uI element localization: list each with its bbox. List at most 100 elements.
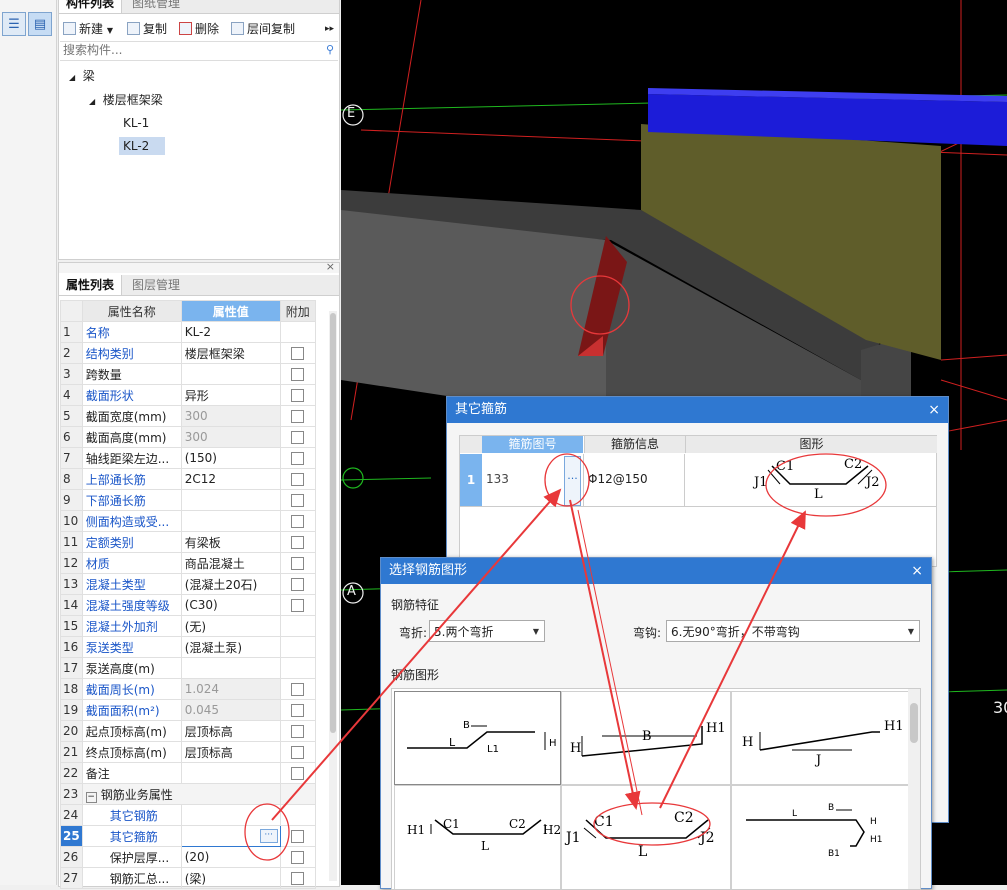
property-value[interactable]: 1.024 (180, 678, 281, 700)
property-row[interactable]: 16 泵送类型 (混凝土泵) (60, 636, 316, 658)
delete-button[interactable]: 删除 (179, 19, 219, 39)
property-value[interactable]: 层顶标高 (180, 741, 281, 763)
property-row[interactable]: 22 备注 (60, 762, 316, 784)
extra-checkbox[interactable] (291, 389, 305, 402)
property-value[interactable]: 有梁板 (180, 531, 281, 553)
property-row[interactable]: 26 保护层厚... (20) (60, 846, 316, 868)
property-value[interactable] (180, 657, 281, 679)
property-value[interactable]: (梁) (180, 867, 281, 889)
property-row[interactable]: 13 混凝土类型 (混凝土20石) (60, 573, 316, 595)
property-value[interactable] (180, 762, 281, 784)
property-row[interactable]: 18 截面周长(m) 1.024 (60, 678, 316, 700)
extra-checkbox[interactable] (291, 410, 305, 423)
property-value[interactable]: (C30) (180, 594, 281, 616)
shape-option-6[interactable]: B L H B1 H1 (731, 785, 911, 889)
extra-checkbox[interactable] (291, 557, 305, 570)
shape-option-3[interactable]: H H1 J (731, 691, 911, 785)
list-view-icon[interactable]: ☰ (2, 12, 26, 36)
extra-checkbox[interactable] (291, 725, 305, 738)
property-row[interactable]: 1 名称 KL-2 (60, 321, 316, 343)
property-value[interactable]: ··· (180, 825, 281, 847)
property-value[interactable]: 2C12 (180, 468, 281, 490)
stirrup-info[interactable]: Φ12@150 (588, 472, 648, 486)
property-value[interactable] (180, 489, 281, 511)
property-row[interactable]: 15 混凝土外加剂 (无) (60, 615, 316, 637)
hook-select[interactable]: 6.无90°弯折，不带弯钩 ▼ (666, 620, 920, 642)
collapse-icon[interactable]: − (85, 791, 97, 803)
extra-checkbox[interactable] (291, 851, 305, 864)
shape-option-5[interactable]: C1 C2 J1 J2 L (561, 785, 731, 889)
shape-option-2[interactable]: B H1 H (561, 691, 731, 785)
copy-button[interactable]: 复制 (127, 19, 167, 39)
property-value[interactable] (180, 363, 281, 385)
search-icon[interactable]: ⚲ (326, 43, 334, 56)
property-value[interactable]: 楼层框架梁 (180, 342, 281, 364)
property-value[interactable]: (20) (180, 846, 281, 868)
property-value[interactable]: 300 (180, 405, 281, 427)
property-row[interactable]: 5 截面宽度(mm) 300 (60, 405, 316, 427)
more-icon[interactable]: ▸▸ (325, 19, 334, 39)
property-row[interactable]: 7 轴线距梁左边... (150) (60, 447, 316, 469)
floor-copy-button[interactable]: 层间复制 (231, 19, 295, 39)
extra-checkbox[interactable] (291, 368, 305, 381)
tab-component-list[interactable]: 构件列表 (59, 0, 123, 13)
property-row[interactable]: 12 材质 商品混凝土 (60, 552, 316, 574)
property-value[interactable]: 商品混凝土 (180, 552, 281, 574)
property-row[interactable]: 3 跨数量 (60, 363, 316, 385)
shape-option-4[interactable]: H1 C1 C2 H2 L (394, 785, 561, 889)
extra-checkbox[interactable] (291, 872, 305, 885)
property-row[interactable]: 19 截面面积(m²) 0.045 (60, 699, 316, 721)
extra-checkbox[interactable] (291, 767, 305, 780)
tab-layer-manage[interactable]: 图层管理 (125, 275, 187, 295)
property-row[interactable]: 14 混凝土强度等级 (C30) (60, 594, 316, 616)
property-row[interactable]: 27 钢筋汇总... (梁) (60, 867, 316, 889)
ellipsis-button[interactable]: ··· (259, 829, 278, 843)
property-row[interactable]: 11 定额类别 有梁板 (60, 531, 316, 553)
tree-item-kl1[interactable]: KL-1 (123, 115, 149, 131)
property-value[interactable]: KL-2 (180, 321, 281, 343)
extra-checkbox[interactable] (291, 452, 305, 465)
property-row[interactable]: 10 侧面构造或受... (60, 510, 316, 532)
property-row[interactable]: 8 上部通长筋 2C12 (60, 468, 316, 490)
property-value[interactable]: 异形 (180, 384, 281, 406)
extra-checkbox[interactable] (291, 515, 305, 528)
property-value[interactable]: (150) (180, 447, 281, 469)
detail-view-icon[interactable]: ▤ (28, 12, 52, 36)
tab-drawing-manage[interactable]: 图纸管理 (125, 0, 187, 13)
scrollbar[interactable] (329, 311, 337, 881)
scrollbar-thumb[interactable] (910, 703, 918, 743)
shape-option-1[interactable]: B L L1 H (394, 691, 561, 785)
extra-checkbox[interactable] (291, 683, 305, 696)
property-value[interactable]: 300 (180, 426, 281, 448)
extra-checkbox[interactable] (291, 347, 305, 360)
stirrup-code[interactable]: 133 (486, 472, 509, 486)
scrollbar[interactable] (908, 689, 920, 889)
property-value[interactable]: 层顶标高 (180, 720, 281, 742)
bend-select[interactable]: 5.两个弯折 ▼ (429, 620, 545, 642)
extra-checkbox[interactable] (291, 494, 305, 507)
tree-node-root[interactable]: ◢ 梁 (69, 67, 95, 84)
expand-icon[interactable]: ◢ (69, 73, 75, 82)
property-value[interactable] (180, 510, 281, 532)
property-row[interactable]: 23− 钢筋业务属性 (60, 783, 316, 805)
tree-node-category[interactable]: ◢ 楼层框架梁 (89, 91, 163, 108)
extra-checkbox[interactable] (291, 704, 305, 717)
close-icon[interactable]: × (911, 558, 923, 584)
property-row[interactable]: 2 结构类别 楼层框架梁 (60, 342, 316, 364)
property-row[interactable]: 25 其它箍筋 ··· (60, 825, 316, 847)
close-icon[interactable]: × (326, 260, 335, 273)
shape-picker-button[interactable]: ··· (564, 456, 581, 506)
property-row[interactable]: 20 起点顶标高(m) 层顶标高 (60, 720, 316, 742)
property-row[interactable]: 6 截面高度(mm) 300 (60, 426, 316, 448)
extra-checkbox[interactable] (291, 473, 305, 486)
new-button[interactable]: 新建 ▼ (63, 19, 113, 39)
search-input[interactable] (60, 42, 316, 58)
expand-icon[interactable]: ◢ (89, 97, 95, 106)
extra-checkbox[interactable] (291, 599, 305, 612)
extra-checkbox[interactable] (291, 746, 305, 759)
property-row[interactable]: 24 其它钢筋 (60, 804, 316, 826)
property-row[interactable]: 4 截面形状 异形 (60, 384, 316, 406)
property-value[interactable]: (混凝土泵) (180, 636, 281, 658)
property-row[interactable]: 9 下部通长筋 (60, 489, 316, 511)
property-value[interactable]: 0.045 (180, 699, 281, 721)
